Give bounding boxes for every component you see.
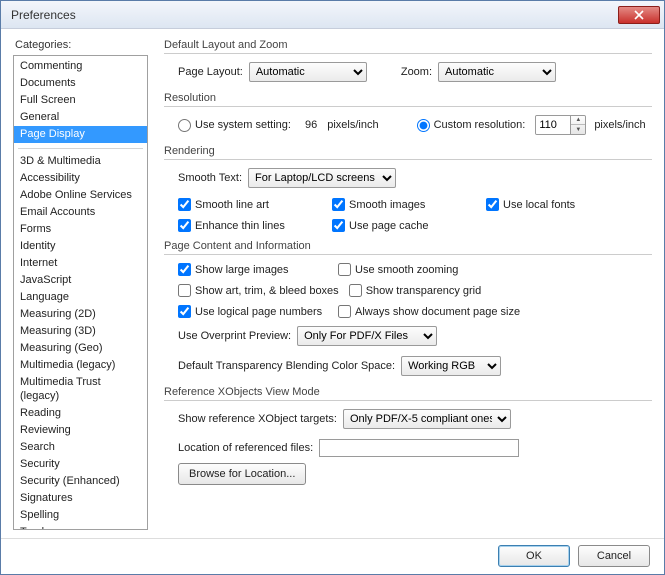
sidebar-item[interactable]: Tracker (14, 524, 147, 530)
group-rendering-title: Rendering (164, 145, 652, 160)
sidebar-item[interactable]: Email Accounts (14, 204, 147, 221)
sidebar-item[interactable]: Measuring (3D) (14, 323, 147, 340)
custom-resolution-radio[interactable] (417, 119, 430, 132)
smooth-line-art-checkbox[interactable] (178, 198, 191, 211)
overprint-select[interactable]: Only For PDF/X Files (297, 326, 437, 346)
zoom-select[interactable]: Automatic (438, 62, 556, 82)
custom-resolution-input[interactable] (536, 116, 570, 134)
sidebar-item[interactable]: 3D & Multimedia (14, 153, 147, 170)
zoom-label: Zoom: (401, 66, 432, 78)
sidebar-item[interactable]: Measuring (2D) (14, 306, 147, 323)
sidebar-item[interactable]: Measuring (Geo) (14, 340, 147, 357)
sidebar-item[interactable]: Forms (14, 221, 147, 238)
sidebar-item[interactable]: Documents (14, 75, 147, 92)
enhance-thin-lines-checkbox[interactable] (178, 219, 191, 232)
spinner-up-icon[interactable]: ▲ (571, 116, 585, 125)
sidebar-item[interactable]: Reviewing (14, 422, 147, 439)
sidebar-item[interactable]: Identity (14, 238, 147, 255)
custom-resolution-spinner[interactable]: ▲▼ (535, 115, 586, 135)
group-pagecontent-title: Page Content and Information (164, 240, 652, 255)
smooth-text-label: Smooth Text: (178, 172, 242, 184)
sidebar-item[interactable]: Security (14, 456, 147, 473)
sidebar-item[interactable]: Search (14, 439, 147, 456)
cancel-button[interactable]: Cancel (578, 545, 650, 567)
close-icon (634, 10, 644, 20)
spinner-down-icon[interactable]: ▼ (571, 125, 585, 134)
categories-list[interactable]: CommentingDocumentsFull ScreenGeneralPag… (13, 55, 148, 530)
xobject-location-label: Location of referenced files: (178, 442, 313, 454)
sidebar-item[interactable]: Internet (14, 255, 147, 272)
smooth-text-select[interactable]: For Laptop/LCD screens (248, 168, 396, 188)
smooth-images-checkbox[interactable] (332, 198, 345, 211)
sidebar-item[interactable]: Spelling (14, 507, 147, 524)
xobject-location-input[interactable] (319, 439, 519, 457)
show-transparency-grid-checkbox[interactable] (349, 284, 362, 297)
sidebar-item[interactable]: Multimedia Trust (legacy) (14, 374, 147, 405)
xobject-targets-label: Show reference XObject targets: (178, 413, 337, 425)
sidebar-item[interactable]: Accessibility (14, 170, 147, 187)
page-layout-select[interactable]: Automatic (249, 62, 367, 82)
blend-label: Default Transparency Blending Color Spac… (178, 360, 395, 372)
overprint-label: Use Overprint Preview: (178, 330, 291, 342)
group-xobjects-title: Reference XObjects View Mode (164, 386, 652, 401)
sidebar-item[interactable]: Adobe Online Services (14, 187, 147, 204)
system-resolution-value: 96 (305, 119, 317, 131)
sidebar-item[interactable]: Multimedia (legacy) (14, 357, 147, 374)
page-layout-label: Page Layout: (178, 66, 243, 78)
close-button[interactable] (618, 6, 660, 24)
show-art-trim-checkbox[interactable] (178, 284, 191, 297)
window-title: Preferences (11, 8, 618, 22)
blend-select[interactable]: Working RGB (401, 356, 501, 376)
sidebar-item[interactable]: General (14, 109, 147, 126)
use-local-fonts-checkbox[interactable] (486, 198, 499, 211)
group-resolution-title: Resolution (164, 92, 652, 107)
sidebar-item[interactable]: Full Screen (14, 92, 147, 109)
sidebar-item[interactable]: Signatures (14, 490, 147, 507)
custom-resolution-label: Custom resolution: (434, 119, 526, 131)
use-smooth-zooming-checkbox[interactable] (338, 263, 351, 276)
group-layout-title: Default Layout and Zoom (164, 39, 652, 54)
sidebar-item[interactable]: Reading (14, 405, 147, 422)
show-large-images-checkbox[interactable] (178, 263, 191, 276)
always-show-doc-size-checkbox[interactable] (338, 305, 351, 318)
dialog-footer: OK Cancel (1, 538, 664, 567)
sidebar: Categories: CommentingDocumentsFull Scre… (13, 39, 148, 526)
custom-resolution-unit: pixels/inch (594, 119, 645, 131)
system-resolution-unit: pixels/inch (327, 119, 378, 131)
categories-label: Categories: (13, 39, 148, 51)
main-panel: Default Layout and Zoom Page Layout: Aut… (148, 39, 652, 526)
sidebar-item[interactable]: Commenting (14, 58, 147, 75)
browse-location-button[interactable]: Browse for Location... (178, 463, 306, 485)
sidebar-item[interactable]: Security (Enhanced) (14, 473, 147, 490)
sidebar-item[interactable]: Page Display (14, 126, 147, 143)
titlebar: Preferences (1, 1, 664, 29)
sidebar-separator (18, 145, 143, 149)
use-logical-page-numbers-checkbox[interactable] (178, 305, 191, 318)
xobject-targets-select[interactable]: Only PDF/X-5 compliant ones (343, 409, 511, 429)
use-page-cache-checkbox[interactable] (332, 219, 345, 232)
system-resolution-label: Use system setting: (195, 119, 291, 131)
ok-button[interactable]: OK (498, 545, 570, 567)
system-resolution-radio[interactable] (178, 119, 191, 132)
sidebar-item[interactable]: JavaScript (14, 272, 147, 289)
preferences-window: Preferences Categories: CommentingDocume… (0, 0, 665, 575)
sidebar-item[interactable]: Language (14, 289, 147, 306)
